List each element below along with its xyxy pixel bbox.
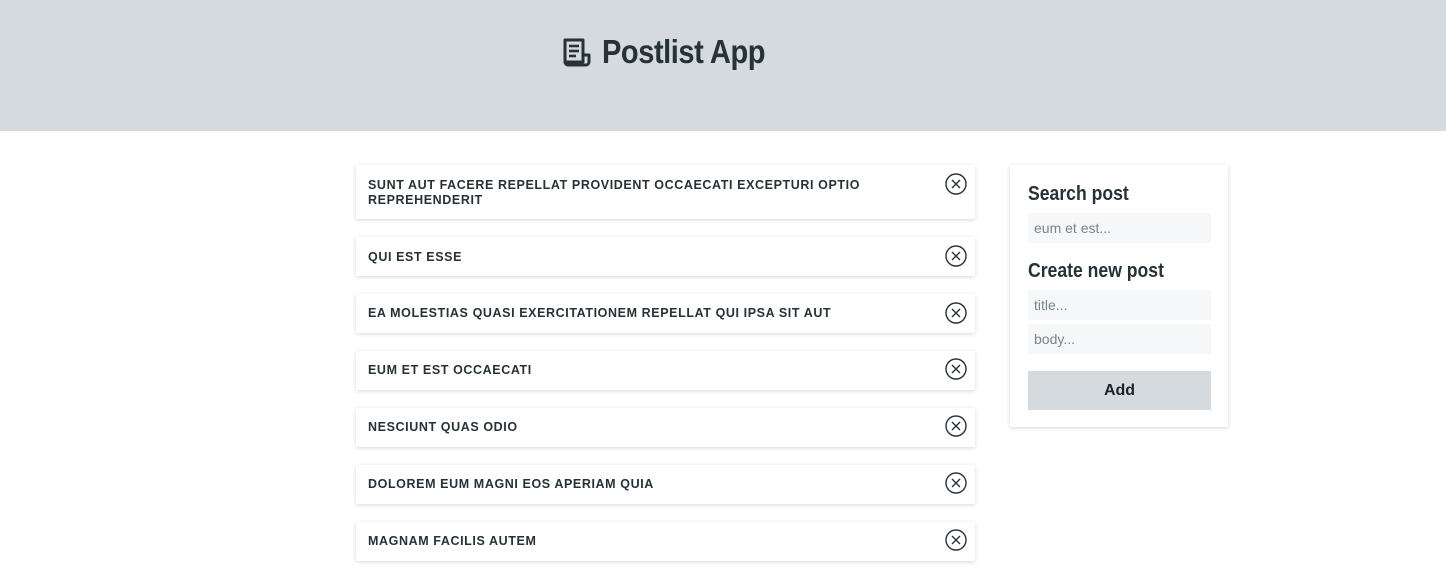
circle-x-icon [945, 302, 967, 324]
post-title: ea molestias quasi exercitationem repell… [368, 306, 832, 320]
brand: Postlist App [560, 30, 787, 74]
app-title: Postlist App [602, 33, 766, 70]
post-title: nesciunt quas odio [368, 420, 518, 434]
post-item: nesciunt quas odio [356, 408, 975, 447]
delete-post-button[interactable] [944, 172, 968, 196]
search-input[interactable] [1028, 213, 1211, 243]
post-item: sunt aut facere repellat provident occae… [356, 165, 975, 219]
post-title: eum et est occaecati [368, 363, 532, 377]
post-title: sunt aut facere repellat provident occae… [368, 178, 861, 207]
document-list-icon [560, 35, 594, 69]
circle-x-icon [945, 472, 967, 494]
delete-post-button[interactable] [944, 414, 968, 438]
post-item: magnam facilis autem [356, 522, 975, 561]
delete-post-button[interactable] [944, 244, 968, 268]
app-header: Postlist App [0, 0, 1446, 131]
circle-x-icon [945, 358, 967, 380]
add-button[interactable]: Add [1028, 371, 1211, 410]
circle-x-icon [945, 529, 967, 551]
body-input[interactable] [1028, 324, 1211, 354]
title-input[interactable] [1028, 290, 1211, 320]
post-item: ea molestias quasi exercitationem repell… [356, 294, 975, 333]
sidebar-panel: Search post Create new post Add [1010, 165, 1228, 427]
delete-post-button[interactable] [944, 528, 968, 552]
delete-post-button[interactable] [944, 357, 968, 381]
delete-post-button[interactable] [944, 301, 968, 325]
post-item: qui est esse [356, 237, 975, 276]
circle-x-icon [945, 245, 967, 267]
post-item: eum et est occaecati [356, 351, 975, 390]
post-title: magnam facilis autem [368, 534, 537, 548]
post-title: qui est esse [368, 250, 463, 264]
delete-post-button[interactable] [944, 471, 968, 495]
search-heading: Search post [1028, 183, 1129, 205]
circle-x-icon [945, 173, 967, 195]
post-title: dolorem eum magni eos aperiam quia [368, 477, 654, 491]
circle-x-icon [945, 415, 967, 437]
create-heading: Create new post [1028, 260, 1164, 282]
post-item: dolorem eum magni eos aperiam quia [356, 465, 975, 504]
